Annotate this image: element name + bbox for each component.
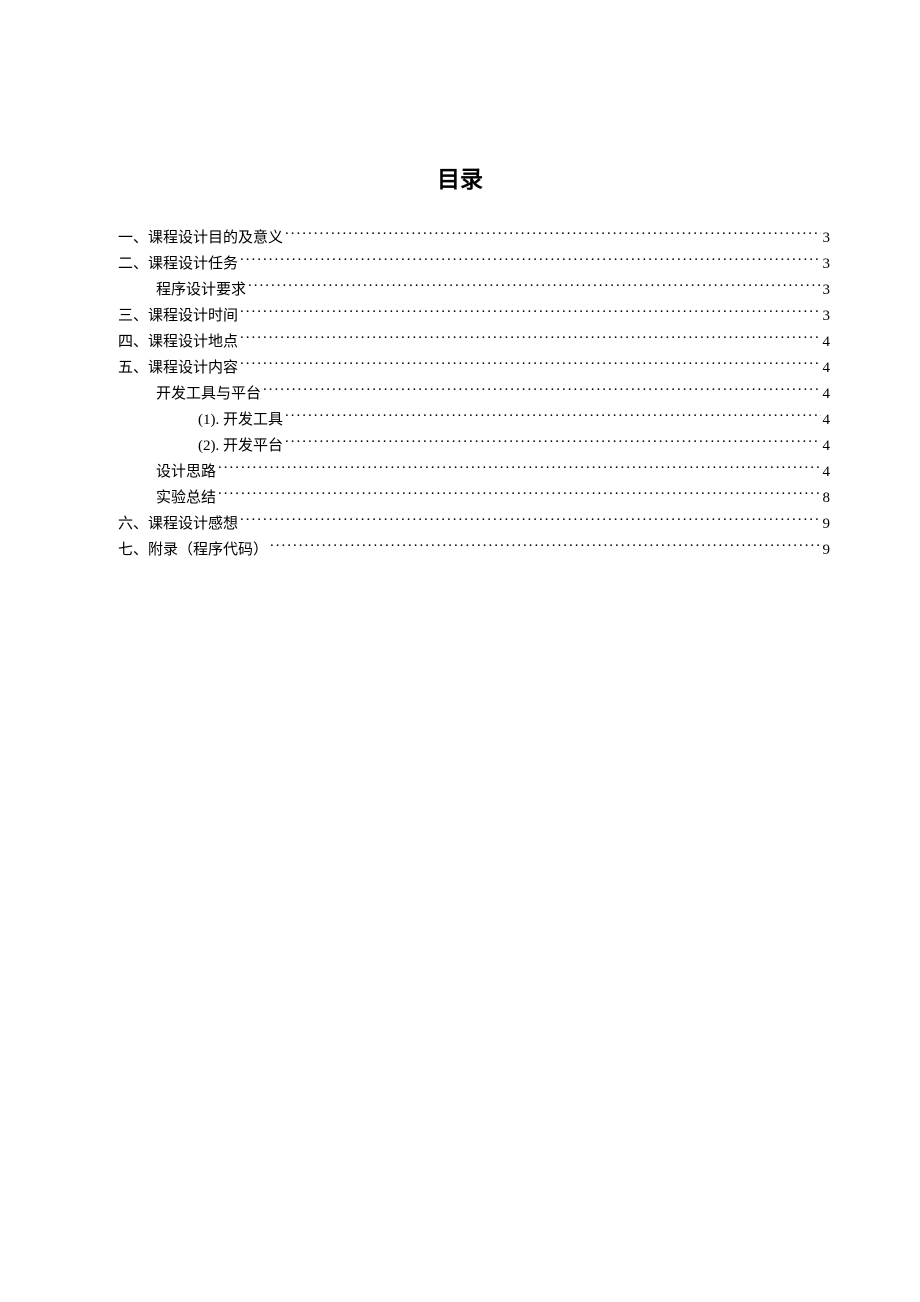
toc-leader-dots: [240, 302, 820, 320]
toc-entry-page: 3: [823, 252, 831, 276]
toc-entry: (1). 开发工具 4: [90, 406, 830, 432]
toc-container: 一、课程设计目的及意义3二、课程设计任务3程序设计要求3三、课程设计时间3四、课…: [90, 224, 830, 562]
toc-entry-label: 六、课程设计感想: [118, 512, 238, 536]
toc-entry: 五、课程设计内容 4: [90, 354, 830, 380]
toc-entry-label: 设计思路: [156, 460, 216, 484]
toc-leader-dots: [240, 510, 820, 528]
toc-entry: 七、附录（程序代码） 9: [90, 536, 830, 562]
toc-entry: (2). 开发平台 4: [90, 432, 830, 458]
toc-entry-page: 3: [823, 278, 831, 302]
toc-leader-dots: [285, 432, 821, 450]
toc-leader-dots: [218, 458, 820, 476]
toc-entry: 程序设计要求 3: [90, 276, 830, 302]
toc-entry-page: 3: [823, 226, 831, 250]
toc-entry: 二、课程设计任务 3: [90, 250, 830, 276]
toc-leader-dots: [240, 328, 820, 346]
toc-title: 目录: [90, 160, 830, 194]
toc-entry-page: 9: [823, 538, 831, 562]
toc-entry-label: 四、课程设计地点: [118, 330, 238, 354]
toc-entry-label: 一、课程设计目的及意义: [118, 226, 283, 250]
toc-entry-label: 二、课程设计任务: [118, 252, 238, 276]
toc-entry-label: 五、课程设计内容: [118, 356, 238, 380]
toc-entry-label: 三、课程设计时间: [118, 304, 238, 328]
toc-entry-page: 4: [823, 330, 831, 354]
toc-entry-page: 4: [823, 382, 831, 406]
toc-entry-page: 3: [823, 304, 831, 328]
toc-entry: 六、课程设计感想 9: [90, 510, 830, 536]
toc-entry-page: 4: [823, 434, 831, 458]
toc-leader-dots: [218, 484, 820, 502]
toc-leader-dots: [240, 354, 820, 372]
toc-entry-page: 4: [823, 356, 831, 380]
toc-entry-page: 4: [823, 460, 831, 484]
toc-entry: 实验总结 8: [90, 484, 830, 510]
toc-entry-label: 程序设计要求: [156, 278, 246, 302]
toc-leader-dots: [285, 224, 820, 242]
toc-entry-label: 实验总结: [156, 486, 216, 510]
toc-leader-dots: [263, 380, 820, 398]
toc-leader-dots: [240, 250, 820, 268]
toc-entry: 开发工具与平台 4: [90, 380, 830, 406]
toc-entry-label: (2). 开发平台: [198, 434, 283, 458]
toc-entry-page: 8: [823, 486, 831, 510]
toc-entry: 四、课程设计地点 4: [90, 328, 830, 354]
toc-entry: 三、课程设计时间 3: [90, 302, 830, 328]
toc-entry-page: 4: [823, 408, 831, 432]
toc-leader-dots: [270, 536, 820, 554]
toc-entry: 一、课程设计目的及意义 3: [90, 224, 830, 250]
toc-entry-label: (1). 开发工具: [198, 408, 283, 432]
toc-leader-dots: [248, 276, 820, 294]
toc-leader-dots: [285, 406, 821, 424]
toc-entry: 设计思路 4: [90, 458, 830, 484]
toc-entry-label: 开发工具与平台: [156, 382, 261, 406]
toc-entry-label: 七、附录（程序代码）: [118, 538, 268, 562]
toc-entry-page: 9: [823, 512, 831, 536]
